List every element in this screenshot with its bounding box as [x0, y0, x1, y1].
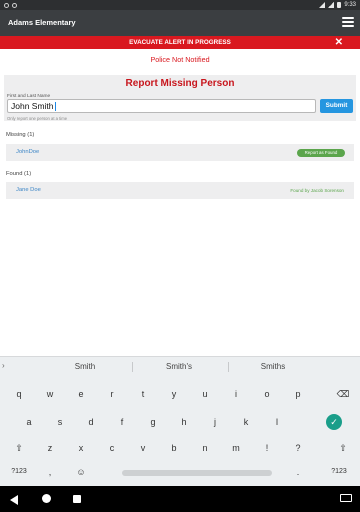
- key[interactable]: t: [130, 383, 156, 405]
- missing-list-item: JohnDoe Report as Found: [6, 144, 354, 161]
- key[interactable]: q: [6, 383, 32, 405]
- key[interactable]: x: [68, 437, 94, 459]
- home-icon[interactable]: [42, 494, 51, 503]
- chevron-right-icon[interactable]: ›: [2, 361, 5, 370]
- found-list-item: Jane Doe Found by Jacob Sorenson: [6, 182, 354, 199]
- navigation-bar: [0, 486, 360, 512]
- key[interactable]: y: [161, 383, 187, 405]
- found-person-name[interactable]: Jane Doe: [16, 187, 41, 193]
- key[interactable]: b: [161, 437, 187, 459]
- key[interactable]: m: [223, 437, 249, 459]
- key[interactable]: h: [171, 411, 197, 433]
- found-section-label: Found (1): [6, 171, 32, 177]
- missing-person-name[interactable]: JohnDoe: [16, 149, 39, 155]
- key[interactable]: g: [140, 411, 166, 433]
- location-icon: [319, 2, 326, 8]
- notification-icons: [4, 0, 17, 10]
- key[interactable]: !: [254, 437, 280, 459]
- key[interactable]: z: [37, 437, 63, 459]
- key[interactable]: r: [99, 383, 125, 405]
- space-bar[interactable]: [122, 470, 272, 476]
- alert-banner: EVACUATE ALERT IN PROGRESS ✕: [0, 36, 360, 49]
- emoji-icon[interactable]: ☺: [68, 461, 94, 483]
- suggestion-strip: › Smith Smith's Smiths: [0, 357, 360, 376]
- shift-icon[interactable]: ⇧: [330, 437, 356, 459]
- symbols-key[interactable]: ?123: [326, 461, 352, 483]
- found-by-label: Found by Jacob Sorenson: [290, 188, 344, 193]
- key[interactable]: w: [37, 383, 63, 405]
- battery-icon: [337, 2, 342, 8]
- key[interactable]: o: [254, 383, 280, 405]
- name-input[interactable]: John Smith: [7, 99, 316, 113]
- key[interactable]: f: [109, 411, 135, 433]
- recent-apps-icon[interactable]: [73, 495, 81, 503]
- key[interactable]: e: [68, 383, 94, 405]
- text-cursor: [54, 102, 56, 112]
- suggestion-2[interactable]: Smith's: [134, 362, 224, 371]
- name-input-value: John Smith: [11, 101, 54, 111]
- keyboard-row-1: q w e r t y u i o p ⌫: [0, 383, 360, 407]
- report-heading: Report Missing Person: [125, 78, 235, 89]
- shift-icon[interactable]: ⇧: [6, 437, 32, 459]
- keyboard-switch-icon[interactable]: [340, 494, 352, 502]
- symbols-key[interactable]: ?123: [6, 461, 32, 483]
- keyboard-row-3: ⇧ z x c v b n m ! ? ⇧: [0, 437, 360, 461]
- key[interactable]: v: [130, 437, 156, 459]
- status-bar: 9:33: [0, 0, 360, 10]
- key[interactable]: j: [202, 411, 228, 433]
- system-icons: 9:33: [319, 0, 356, 10]
- suggestion-3[interactable]: Smiths: [228, 362, 318, 371]
- submit-button[interactable]: Submit: [320, 99, 353, 113]
- key[interactable]: s: [47, 411, 73, 433]
- key[interactable]: p: [285, 383, 311, 405]
- report-as-found-button[interactable]: Report as Found: [297, 149, 345, 157]
- wifi-icon: [328, 2, 335, 8]
- key[interactable]: l: [264, 411, 290, 433]
- hamburger-menu-icon[interactable]: [342, 17, 354, 27]
- close-icon[interactable]: ✕: [335, 37, 343, 48]
- police-status: Police Not Notified: [150, 55, 210, 64]
- report-hint: Only report one person at a time: [7, 116, 68, 121]
- soft-keyboard: › Smith Smith's Smiths q w e r t y u i o…: [0, 356, 360, 486]
- key[interactable]: d: [78, 411, 104, 433]
- clock: 9:33: [344, 2, 356, 8]
- key[interactable]: u: [192, 383, 218, 405]
- missing-section-label: Missing (1): [6, 132, 35, 138]
- notification-icon: [4, 2, 9, 8]
- key[interactable]: i: [223, 383, 249, 405]
- back-icon[interactable]: [10, 495, 18, 505]
- alert-text: EVACUATE ALERT IN PROGRESS: [129, 39, 231, 46]
- key[interactable]: a: [16, 411, 42, 433]
- notification-icon: [12, 2, 17, 8]
- period-key[interactable]: .: [285, 461, 311, 483]
- app-bar: Adams Elementary: [0, 10, 360, 36]
- report-missing-panel: Report Missing Person First and Last Nam…: [4, 75, 356, 121]
- suggestion-1[interactable]: Smith: [40, 362, 130, 371]
- keyboard-row-4: ?123 , ☺ . ?123: [0, 461, 360, 485]
- app-title: Adams Elementary: [8, 18, 76, 27]
- key[interactable]: n: [192, 437, 218, 459]
- backspace-icon[interactable]: ⌫: [330, 383, 356, 405]
- key[interactable]: c: [99, 437, 125, 459]
- key[interactable]: ?: [285, 437, 311, 459]
- comma-key[interactable]: ,: [37, 461, 63, 483]
- key[interactable]: k: [233, 411, 259, 433]
- keyboard-row-2: a s d f g h j k l ✓: [0, 411, 360, 435]
- enter-check-icon[interactable]: ✓: [321, 411, 347, 433]
